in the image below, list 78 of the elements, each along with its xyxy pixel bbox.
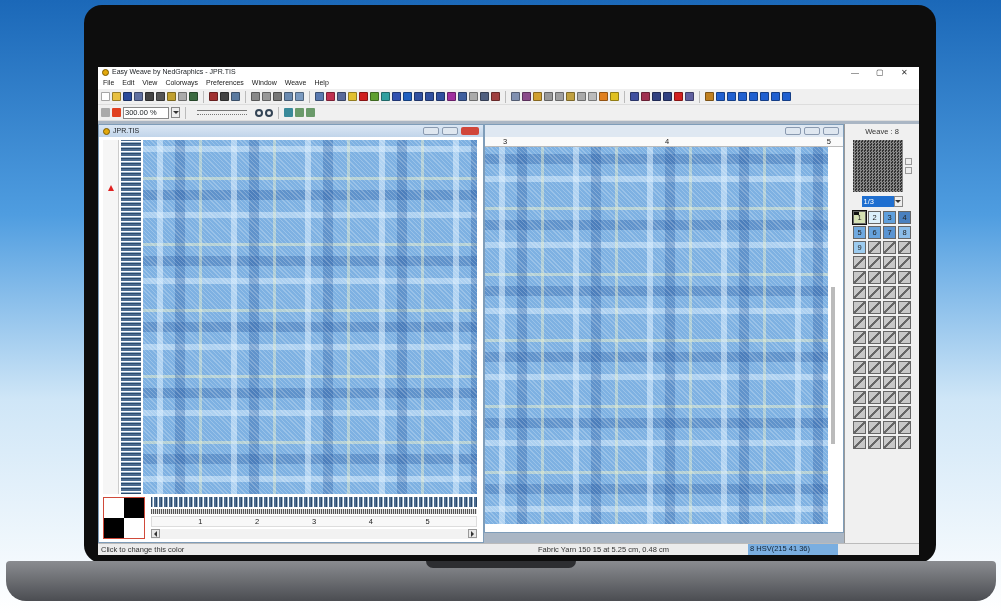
maximize-icon[interactable] <box>442 127 458 135</box>
empty-swatch[interactable] <box>883 376 896 389</box>
empty-swatch[interactable] <box>853 316 866 329</box>
empty-swatch[interactable] <box>853 436 866 449</box>
empty-swatch[interactable] <box>898 241 911 254</box>
empty-swatch[interactable] <box>868 376 881 389</box>
empty-swatch[interactable] <box>898 436 911 449</box>
empty-swatch[interactable] <box>883 421 896 434</box>
marker-icon[interactable] <box>108 185 114 191</box>
empty-swatch[interactable] <box>853 376 866 389</box>
empty-swatch[interactable] <box>868 391 881 404</box>
close-button[interactable]: ✕ <box>894 68 915 77</box>
empty-swatch[interactable] <box>883 301 896 314</box>
empty-swatch[interactable] <box>853 406 866 419</box>
empty-swatch[interactable] <box>868 271 881 284</box>
empty-swatch[interactable] <box>868 406 881 419</box>
empty-swatch[interactable] <box>883 271 896 284</box>
empty-swatch[interactable] <box>898 346 911 359</box>
empty-swatch[interactable] <box>853 286 866 299</box>
empty-swatch[interactable] <box>868 241 881 254</box>
spin-down-icon[interactable] <box>904 167 912 174</box>
empty-swatch[interactable] <box>853 331 866 344</box>
empty-swatch[interactable] <box>853 361 866 374</box>
empty-swatch[interactable] <box>898 361 911 374</box>
minimize-button[interactable]: — <box>844 68 866 77</box>
empty-swatch[interactable] <box>898 406 911 419</box>
scroll-left-icon[interactable] <box>151 529 160 538</box>
empty-swatch[interactable] <box>898 421 911 434</box>
empty-swatch[interactable] <box>898 301 911 314</box>
empty-swatch[interactable] <box>853 271 866 284</box>
slider-drawing[interactable] <box>197 110 247 115</box>
empty-swatch[interactable] <box>898 256 911 269</box>
empty-swatch[interactable] <box>898 286 911 299</box>
close-icon[interactable] <box>823 127 839 135</box>
dropdown-icon[interactable] <box>893 196 903 207</box>
empty-swatch[interactable] <box>868 301 881 314</box>
empty-swatch[interactable] <box>898 316 911 329</box>
empty-swatch[interactable] <box>883 316 896 329</box>
spin-up-icon[interactable] <box>904 158 912 165</box>
empty-swatch[interactable] <box>883 256 896 269</box>
scrollbar[interactable] <box>831 287 835 444</box>
empty-swatch[interactable] <box>868 331 881 344</box>
weave-preview-drawing <box>852 140 903 192</box>
empty-swatch[interactable] <box>898 391 911 404</box>
empty-swatch[interactable] <box>853 301 866 314</box>
empty-swatch[interactable] <box>853 346 866 359</box>
scroll-right-icon[interactable] <box>468 529 477 538</box>
empty-swatch[interactable] <box>898 376 911 389</box>
empty-swatch[interactable] <box>898 271 911 284</box>
empty-swatch[interactable] <box>883 331 896 344</box>
empty-swatch[interactable] <box>868 316 881 329</box>
document-icon <box>103 127 110 135</box>
empty-swatch[interactable] <box>883 286 896 299</box>
empty-swatch[interactable] <box>883 346 896 359</box>
empty-swatch[interactable] <box>883 391 896 404</box>
maximize-button[interactable]: ▢ <box>869 68 891 77</box>
empty-swatch[interactable] <box>883 241 896 254</box>
minimize-icon[interactable] <box>785 127 801 135</box>
minimize-icon[interactable] <box>423 127 439 135</box>
empty-swatch[interactable] <box>868 286 881 299</box>
empty-swatch[interactable] <box>898 331 911 344</box>
close-icon[interactable] <box>461 127 479 135</box>
scrollbar[interactable] <box>151 529 477 539</box>
empty-swatch[interactable] <box>883 361 896 374</box>
empty-swatch[interactable] <box>853 391 866 404</box>
empty-swatch[interactable] <box>868 436 881 449</box>
empty-swatch[interactable] <box>853 421 866 434</box>
weave-pattern-drawing[interactable] <box>103 497 145 539</box>
empty-swatch[interactable] <box>883 436 896 449</box>
empty-swatch[interactable] <box>868 421 881 434</box>
empty-swatch[interactable] <box>868 361 881 374</box>
app-logo-icon <box>102 69 109 76</box>
empty-swatch[interactable] <box>883 406 896 419</box>
empty-swatch[interactable] <box>853 256 866 269</box>
maximize-icon[interactable] <box>804 127 820 135</box>
dropdown-icon[interactable] <box>171 107 180 118</box>
empty-swatch[interactable] <box>868 346 881 359</box>
empty-swatch[interactable] <box>868 256 881 269</box>
